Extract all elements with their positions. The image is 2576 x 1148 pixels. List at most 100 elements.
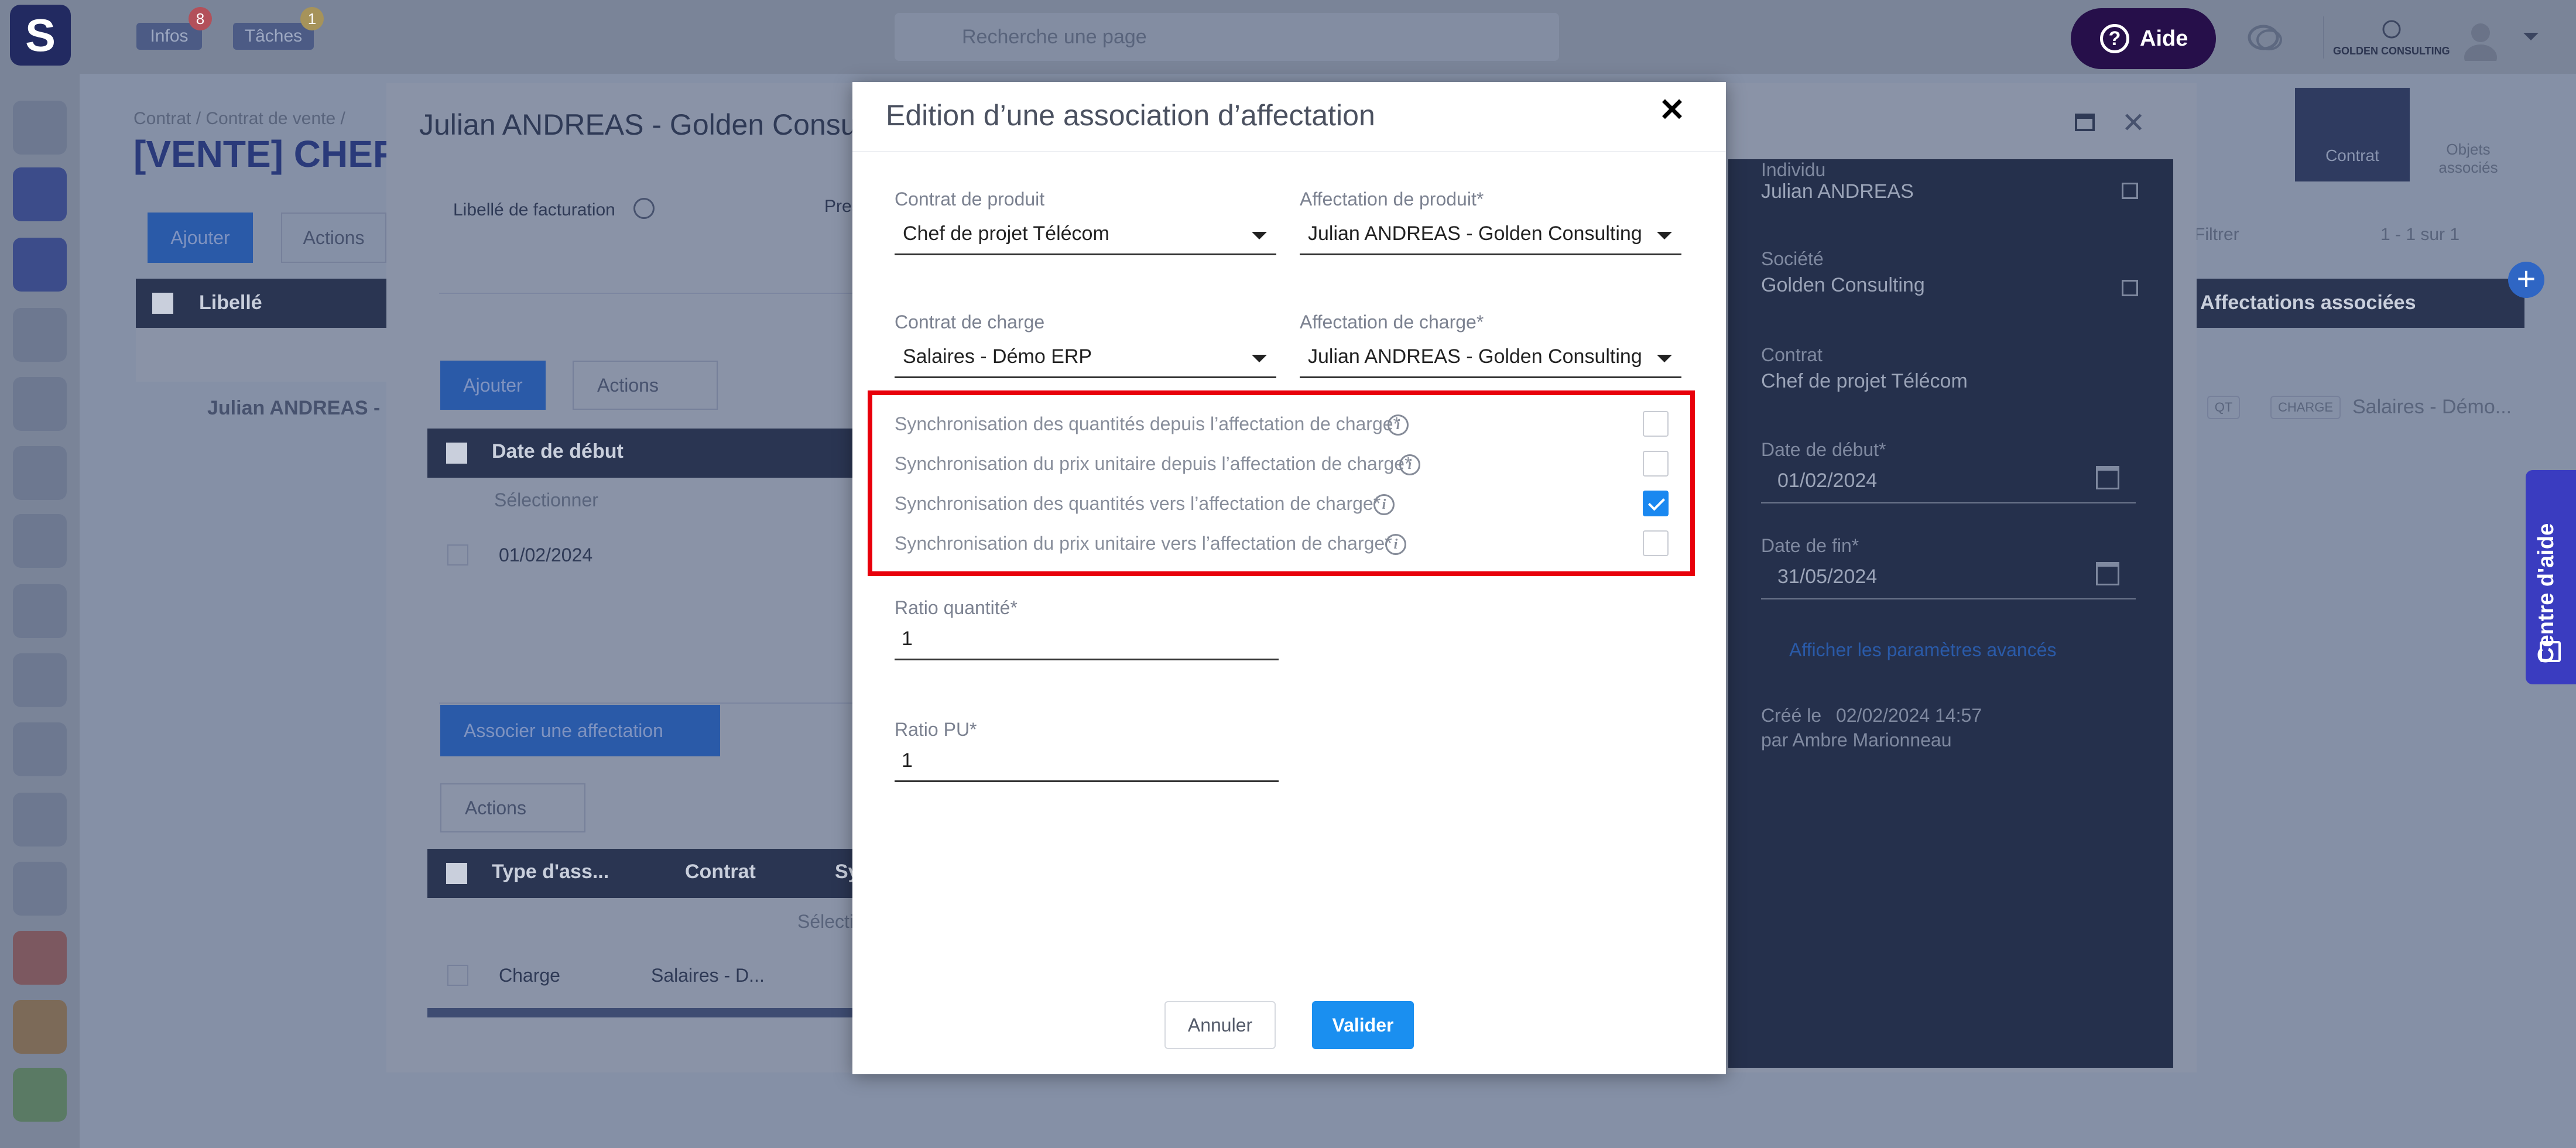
- page-title: [VENTE] CHEF: [133, 133, 396, 175]
- panel-close-icon[interactable]: ✕: [2122, 107, 2145, 139]
- validate-button[interactable]: Valider: [1312, 1001, 1414, 1049]
- ratio-pu-input[interactable]: 1: [895, 743, 1279, 782]
- contrat-produit-label: Contrat de produit: [895, 189, 1045, 210]
- search-input[interactable]: Recherche une page: [895, 13, 1559, 61]
- sidebar-module-red-icon[interactable]: [13, 931, 67, 985]
- cancel-button[interactable]: Annuler: [1164, 1001, 1276, 1049]
- bg-row-name[interactable]: Julian ANDREAS - G: [207, 397, 401, 420]
- taches-count-badge: 1: [300, 7, 324, 30]
- help-button[interactable]: ? Aide: [2071, 8, 2216, 69]
- date-fin-input[interactable]: 31/05/2024: [1777, 566, 1877, 588]
- chat-icon[interactable]: [2247, 22, 2284, 55]
- sidebar-stats-icon[interactable]: [13, 238, 67, 292]
- details-panel: Individu Julian ANDREAS Société Golden C…: [1728, 159, 2173, 1068]
- sidebar-arrow-icon[interactable]: [13, 584, 67, 638]
- sidebar-reports-icon[interactable]: [13, 377, 67, 431]
- external-link-icon[interactable]: [2122, 280, 2138, 296]
- libelle-facturation-label: Libellé de facturation: [453, 200, 615, 220]
- date-debut-input[interactable]: 01/02/2024: [1777, 470, 1877, 492]
- sidebar-invoice-icon[interactable]: [13, 722, 67, 776]
- maximize-icon[interactable]: [2075, 114, 2095, 131]
- sidebar-calendar-icon[interactable]: [13, 446, 67, 500]
- ratio-pu-label: Ratio PU*: [895, 719, 977, 740]
- avatar[interactable]: [2459, 18, 2502, 61]
- select-all-checkbox-2[interactable]: [446, 863, 467, 884]
- select-all-checkbox[interactable]: [152, 293, 173, 314]
- panel-add-button[interactable]: Ajouter: [440, 361, 546, 410]
- affectation-charge-select[interactable]: Julian ANDREAS - Golden Consulting: [1300, 340, 1681, 378]
- col-contrat: Contrat: [685, 861, 756, 883]
- advanced-params-link[interactable]: Afficher les paramètres avancés: [1789, 639, 2057, 661]
- help-center-tab[interactable]: Centre d'aide: [2526, 470, 2576, 684]
- breadcrumb: Contrat / Contrat de vente /: [133, 109, 345, 128]
- ratio-quantite-label: Ratio quantité*: [895, 597, 1018, 618]
- sidebar-user-icon[interactable]: [13, 653, 67, 707]
- left-sidebar: [0, 74, 80, 1148]
- tab-objets-associes[interactable]: Objets associés: [2421, 140, 2515, 177]
- sidebar-exchange-icon[interactable]: [13, 514, 67, 568]
- row-checkbox-2[interactable]: [447, 965, 468, 986]
- close-icon[interactable]: ✕: [1654, 92, 1690, 128]
- app-logo[interactable]: S: [10, 5, 71, 66]
- date-debut-label: Date de début*: [1761, 439, 1886, 460]
- tab-contrat[interactable]: Contrat: [2295, 88, 2410, 181]
- affectation-charge-label: Affectation de charge*: [1300, 311, 1484, 333]
- calendar-icon[interactable]: [2096, 466, 2119, 489]
- created-value: 02/02/2024 14:57: [1836, 705, 1982, 726]
- chevron-down-icon: [1657, 232, 1672, 239]
- select-all-checkbox[interactable]: [446, 443, 467, 464]
- affectation-produit-select[interactable]: Julian ANDREAS - Golden Consulting: [1300, 217, 1681, 255]
- bg-row-affectation[interactable]: Salaires - Démo...: [2352, 396, 2512, 419]
- bg-actions-button[interactable]: Actions: [281, 213, 386, 263]
- row-type[interactable]: Charge: [499, 965, 560, 986]
- synch-filter-select[interactable]: Sélecti: [797, 911, 854, 933]
- date-fin-label: Date de fin*: [1761, 535, 1859, 556]
- contrat-produit-select[interactable]: Chef de projet Télécom: [895, 217, 1276, 255]
- edit-association-modal: Edition d’une association d’affectation …: [852, 82, 1726, 1074]
- sidebar-settings-icon[interactable]: [13, 793, 67, 847]
- sidebar-module-green-icon[interactable]: [13, 1068, 67, 1122]
- sidebar-module-orange-icon[interactable]: [13, 1000, 67, 1054]
- sidebar-contracts-icon[interactable]: [13, 167, 67, 221]
- chevron-down-icon: [1252, 232, 1267, 239]
- external-link-icon[interactable]: [2122, 183, 2138, 199]
- row-checkbox[interactable]: [447, 544, 468, 566]
- sidebar-search-icon[interactable]: [13, 862, 67, 916]
- pagination-text: 1 - 1 sur 1: [2380, 225, 2460, 244]
- taches-button[interactable]: Tâches: [233, 23, 314, 50]
- filter-button[interactable]: Filtrer: [2194, 225, 2239, 245]
- panel-title: Julian ANDREAS - Golden Consulting: [419, 108, 911, 141]
- contrat-label: Contrat: [1761, 344, 1823, 365]
- contrat-charge-label: Contrat de charge: [895, 311, 1045, 333]
- ratio-quantite-input[interactable]: 1: [895, 622, 1279, 660]
- panel-actions-button[interactable]: Actions: [573, 361, 718, 410]
- tag-qt: QT: [2207, 396, 2240, 419]
- sidebar-dashboard-icon[interactable]: [13, 101, 67, 155]
- societe-value: Golden Consulting: [1761, 274, 1925, 296]
- sidebar-documents-icon[interactable]: [13, 308, 67, 362]
- chevron-down-icon: [1657, 355, 1672, 362]
- row-date[interactable]: 01/02/2024: [499, 544, 592, 566]
- modal-title: Edition d’une association d’affectation: [886, 99, 1375, 132]
- col-date-debut: Date de début: [492, 440, 624, 462]
- societe-label: Société: [1761, 248, 1824, 269]
- associer-affectation-button[interactable]: Associer une affectation: [440, 705, 720, 756]
- infos-count-badge: 8: [189, 7, 212, 30]
- bg-table-header: Libellé: [136, 279, 388, 328]
- contrat-charge-select[interactable]: Salaires - Démo ERP: [895, 340, 1276, 378]
- col-affectations-associees: Affectations associées: [2200, 292, 2416, 314]
- user-menu-chevron-icon[interactable]: [2523, 33, 2539, 40]
- tag-charge: CHARGE: [2270, 396, 2341, 419]
- horizontal-scrollbar[interactable]: [427, 1008, 893, 1017]
- bg-add-button[interactable]: Ajouter: [148, 213, 253, 263]
- row-contrat[interactable]: Salaires - D...: [651, 965, 765, 986]
- calendar-icon[interactable]: [2096, 562, 2119, 585]
- individu-value: Julian ANDREAS: [1761, 180, 1914, 203]
- top-bar: S Infos 8 Tâches 1 Recherche une page ? A…: [0, 0, 2576, 74]
- panel-actions-button-2[interactable]: Actions: [440, 783, 585, 832]
- affectation-produit-label: Affectation de produit*: [1300, 189, 1484, 210]
- created-label: Créé le: [1761, 705, 1822, 726]
- question-icon: ?: [2100, 24, 2129, 53]
- date-filter-select[interactable]: Sélectionner: [494, 489, 598, 511]
- add-plus-icon[interactable]: +: [2508, 262, 2544, 298]
